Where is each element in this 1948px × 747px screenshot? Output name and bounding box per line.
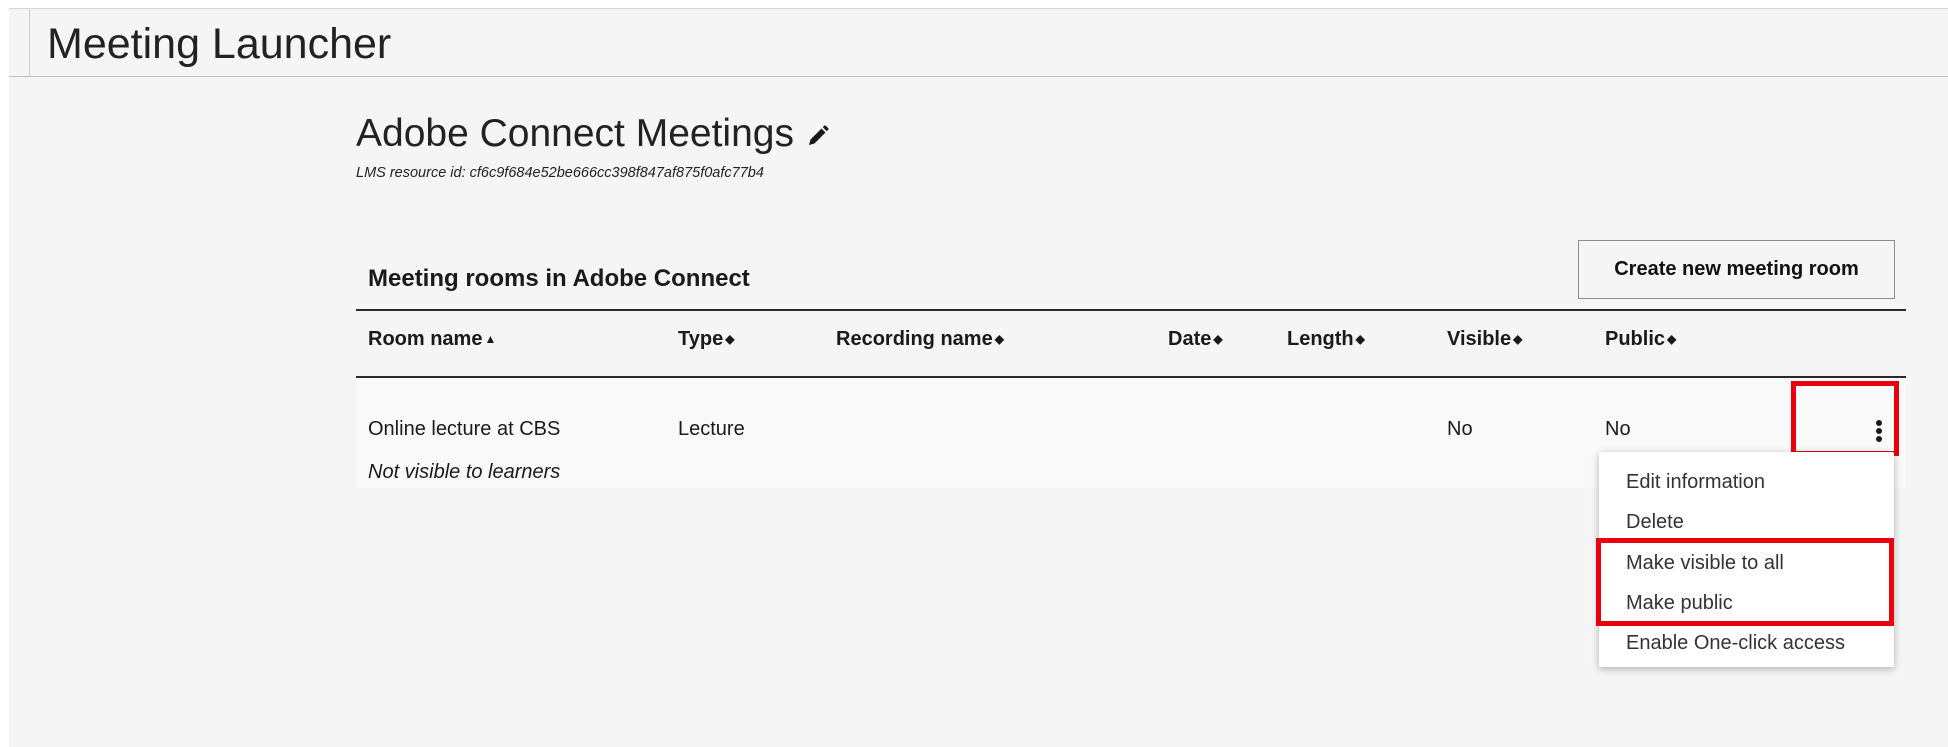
visibility-note: Not visible to learners: [368, 461, 561, 483]
actions-highlight: [1791, 381, 1899, 456]
sort-icon: ◆: [725, 332, 735, 346]
sort-icon: ◆: [1513, 332, 1523, 346]
column-label: Room name: [368, 328, 483, 350]
column-label: Visible: [1447, 328, 1512, 350]
public-cell: No: [1605, 418, 1631, 440]
menu-highlight: [1596, 538, 1894, 626]
menu-item-enable-one-click[interactable]: Enable One-click access: [1599, 623, 1894, 663]
column-label: Date: [1168, 328, 1212, 350]
page-title: Adobe Connect Meetings: [356, 112, 794, 155]
lms-resource-id: LMS resource id: cf6c9f684e52be666cc398f…: [356, 165, 764, 181]
menu-item-delete[interactable]: Delete: [1599, 502, 1894, 542]
pencil-icon[interactable]: [806, 124, 830, 148]
app-title: Meeting Launcher: [47, 20, 392, 68]
title-divider: [29, 9, 30, 77]
section-title: Meeting rooms in Adobe Connect: [368, 265, 750, 292]
column-header-date[interactable]: Date ◆: [1168, 328, 1223, 351]
sort-icon: ◆: [1667, 332, 1677, 346]
column-header-room-name[interactable]: Room name ▲: [368, 328, 496, 351]
room-name-cell: Online lecture at CBS: [368, 418, 561, 440]
column-label: Public: [1605, 328, 1666, 350]
column-header-visible[interactable]: Visible ◆: [1447, 328, 1522, 351]
column-label: Length: [1287, 328, 1354, 350]
sort-ascending-icon: ▲: [484, 332, 497, 346]
column-label: Type: [678, 328, 724, 350]
column-header-type[interactable]: Type ◆: [678, 328, 734, 351]
menu-item-edit-information[interactable]: Edit information: [1599, 462, 1894, 502]
title-bar: Meeting Launcher: [9, 9, 1948, 77]
sort-icon: ◆: [1355, 332, 1365, 346]
create-meeting-room-button[interactable]: Create new meeting room: [1578, 240, 1895, 299]
column-label: Recording name: [836, 328, 993, 350]
column-header-recording-name[interactable]: Recording name ◆: [836, 328, 1004, 351]
column-header-length[interactable]: Length ◆: [1287, 328, 1365, 351]
sort-icon: ◆: [1213, 332, 1223, 346]
column-header-public[interactable]: Public ◆: [1605, 328, 1676, 351]
type-cell: Lecture: [678, 418, 745, 440]
visible-cell: No: [1447, 418, 1473, 440]
table-top-rule: [356, 309, 1906, 311]
sort-icon: ◆: [994, 332, 1004, 346]
